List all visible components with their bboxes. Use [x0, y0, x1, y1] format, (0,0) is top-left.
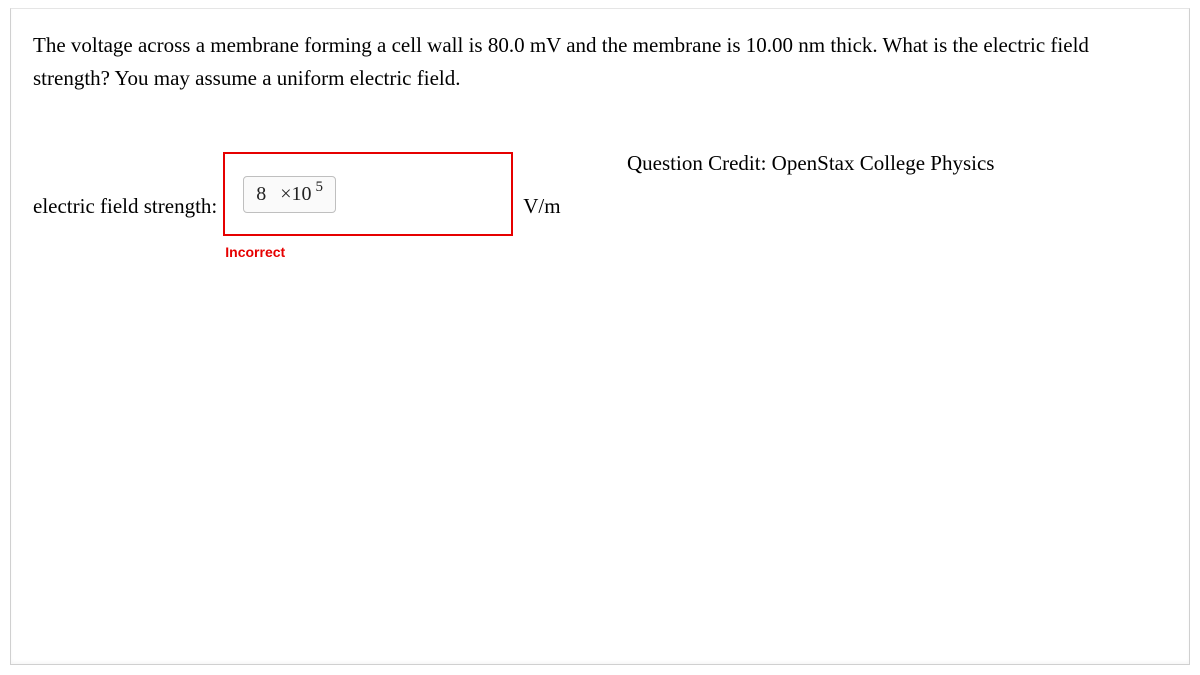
question-text: The voltage across a membrane forming a … — [33, 29, 1167, 94]
answer-label: electric field strength: — [33, 194, 217, 219]
answer-coefficient: 8 — [256, 183, 266, 206]
answer-row: electric field strength: 8 ×10 5 Incorrec… — [33, 152, 1167, 260]
unit-wrap: V/m — [513, 164, 560, 248]
question-panel: The voltage across a membrane forming a … — [10, 8, 1190, 665]
answer-exponent: 5 — [316, 179, 324, 196]
answer-unit: V/m — [523, 194, 560, 219]
answer-input-box[interactable]: 8 ×10 5 — [223, 152, 513, 236]
answer-value-pill[interactable]: 8 ×10 5 — [243, 176, 336, 213]
feedback-text: Incorrect — [225, 244, 513, 260]
answer-times: ×10 — [280, 183, 311, 206]
answer-box-wrap: 8 ×10 5 Incorrect — [223, 152, 513, 260]
